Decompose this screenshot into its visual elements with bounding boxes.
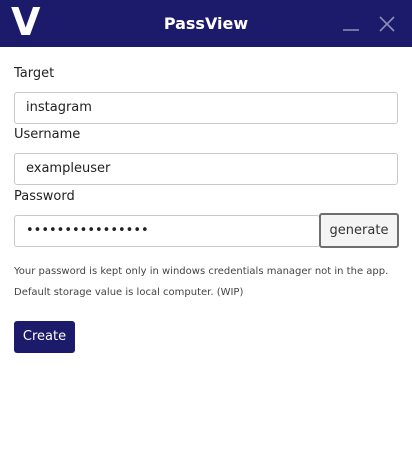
username-label: Username bbox=[14, 127, 81, 142]
username-input[interactable]: exampleuser bbox=[14, 153, 398, 185]
close-icon bbox=[379, 16, 395, 32]
password-label: Password bbox=[14, 189, 75, 204]
storage-hint-line-1: Your password is kept only in windows cr… bbox=[14, 266, 389, 277]
minimize-icon bbox=[343, 29, 359, 31]
target-input[interactable]: instagram bbox=[14, 92, 398, 124]
title-bar: V PassView bbox=[0, 0, 412, 47]
password-input[interactable]: •••••••••••••••• bbox=[14, 215, 320, 247]
target-label: Target bbox=[14, 66, 55, 81]
app-logo: V bbox=[11, 0, 41, 44]
storage-hint-line-2: Default storage value is local computer.… bbox=[14, 287, 244, 298]
generate-button[interactable]: generate bbox=[319, 213, 399, 248]
close-button[interactable] bbox=[374, 10, 400, 36]
minimize-button[interactable] bbox=[339, 10, 365, 36]
create-button[interactable]: Create bbox=[14, 321, 75, 353]
